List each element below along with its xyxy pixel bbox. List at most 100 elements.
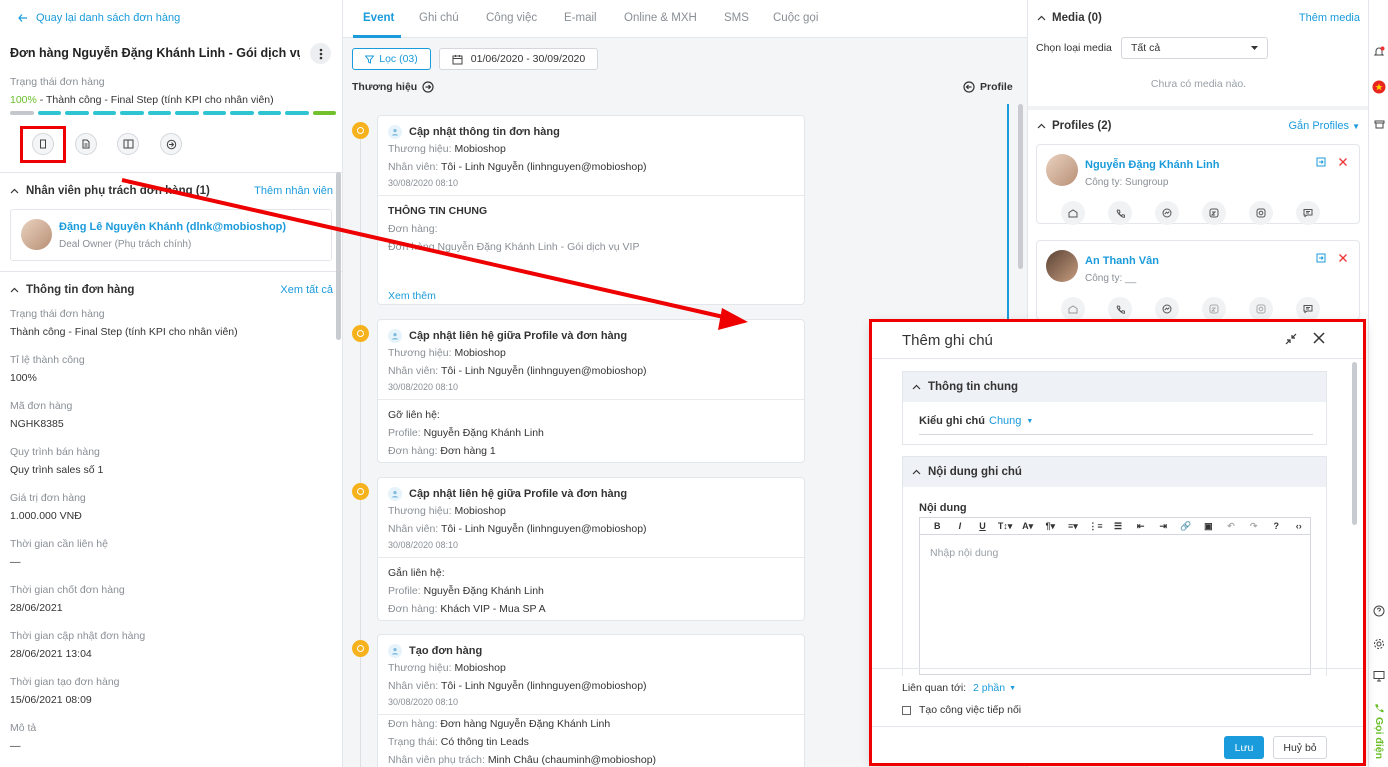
email-icon[interactable] xyxy=(1061,201,1085,225)
info-section-header[interactable]: Thông tin đơn hàng Xem tất cả xyxy=(0,271,342,307)
date-range-picker[interactable]: 01/06/2020 - 30/09/2020 xyxy=(439,48,598,70)
deal-info-list: Trạng thái đơn hàng Thành công - Final St… xyxy=(10,308,330,767)
tab-event[interactable]: Event xyxy=(363,12,394,24)
timeline-event-card[interactable]: Cập nhật thông tin đơn hàng Thương hiệu:… xyxy=(377,115,805,305)
timeline-scrollbar[interactable] xyxy=(1018,104,1023,269)
sms-icon[interactable] xyxy=(1296,201,1320,225)
convert-action[interactable] xyxy=(160,133,182,155)
owner-card[interactable]: Đặng Lê Nguyên Khánh (dlnk@mobioshop) De… xyxy=(10,209,332,261)
view-all-link[interactable]: Xem tất cả xyxy=(280,284,333,296)
timeline-event-card[interactable]: Cập nhật liên hệ giữa Profile và đơn hàn… xyxy=(377,477,805,621)
link-button[interactable]: 🔗 xyxy=(1175,521,1198,532)
general-info-header[interactable]: Thông tin chung xyxy=(903,372,1326,402)
checkbox[interactable] xyxy=(902,705,911,715)
paragraph-button[interactable]: ¶▾ xyxy=(1039,521,1062,532)
zalo-icon[interactable] xyxy=(1202,201,1226,225)
profile-column-header[interactable]: Profile xyxy=(963,81,1013,93)
font-size-button[interactable]: T↕▾ xyxy=(994,521,1017,532)
italic-button[interactable]: I xyxy=(949,521,972,531)
settings-gear-icon[interactable] xyxy=(1372,637,1386,651)
note-content-editor[interactable]: Nhập nội dung xyxy=(919,535,1311,675)
profile-card[interactable]: An Thanh Vân Công ty: __ xyxy=(1036,240,1360,321)
modal-scrollbar[interactable] xyxy=(1352,362,1357,525)
tab-tasks[interactable]: Công việc xyxy=(486,12,537,24)
code-view-button[interactable]: ‹› xyxy=(1288,521,1311,531)
help-icon[interactable] xyxy=(1372,604,1386,618)
note-type-underline xyxy=(919,434,1313,435)
profiles-section-header[interactable]: Profiles (2) Gắn Profiles ▼ xyxy=(1028,108,1368,144)
attach-profiles-dropdown[interactable]: Gắn Profiles ▼ xyxy=(1288,120,1360,132)
note-content-header[interactable]: Nội dung ghi chú xyxy=(903,457,1326,487)
open-profile-icon[interactable] xyxy=(1316,157,1326,167)
profile-name[interactable]: Nguyễn Đặng Khánh Linh xyxy=(1085,159,1219,171)
owner-name[interactable]: Đặng Lê Nguyên Khánh (dlnk@mobioshop) xyxy=(59,221,286,233)
view-more-link[interactable]: Xem thêm xyxy=(388,287,794,305)
more-options-button[interactable] xyxy=(310,43,331,64)
editor-placeholder: Nhập nội dung xyxy=(930,547,999,559)
save-button[interactable]: Lưu xyxy=(1224,736,1264,759)
notification-bell-icon[interactable] xyxy=(1372,45,1386,59)
unordered-list-button[interactable]: ☰ xyxy=(1107,521,1130,532)
add-task-action[interactable] xyxy=(117,133,139,155)
timeline-event-card[interactable]: Cập nhật liên hệ giữa Profile và đơn hàn… xyxy=(377,319,805,463)
zalo-icon[interactable] xyxy=(1202,297,1226,321)
help-button[interactable]: ? xyxy=(1265,521,1288,531)
open-profile-icon[interactable] xyxy=(1316,253,1326,263)
instagram-icon[interactable] xyxy=(1249,297,1273,321)
brand-column-header[interactable]: Thương hiệu xyxy=(352,81,434,93)
info-item: Quy trình bán hàng Quy trình sales số 1 xyxy=(10,446,104,476)
timeline-event-card[interactable]: Tạo đơn hàng Thương hiệu: Mobioshop Nhân… xyxy=(377,634,805,767)
phone-call-icon[interactable] xyxy=(1372,701,1386,715)
media-type-select[interactable]: Tất cả xyxy=(1121,37,1268,59)
outdent-button[interactable]: ⇤ xyxy=(1129,521,1152,532)
follow-up-task-checkbox[interactable]: Tạo công việc tiếp nối xyxy=(902,704,1021,716)
redo-button[interactable]: ↷ xyxy=(1242,521,1265,532)
tab-sms[interactable]: SMS xyxy=(724,12,749,24)
remove-profile-icon[interactable] xyxy=(1338,253,1348,263)
bold-button[interactable]: B xyxy=(926,521,949,531)
email-icon[interactable] xyxy=(1061,297,1085,321)
monitor-icon[interactable] xyxy=(1372,669,1386,683)
tab-email[interactable]: E-mail xyxy=(564,12,597,24)
related-select[interactable]: 2 phần ▼ xyxy=(973,682,1016,694)
font-color-button[interactable]: A▾ xyxy=(1016,521,1039,532)
add-staff-link[interactable]: Thêm nhân viên xyxy=(254,185,333,197)
add-document-action[interactable] xyxy=(75,133,97,155)
close-icon[interactable] xyxy=(1312,331,1328,347)
timeline-dot-icon xyxy=(352,325,369,342)
phone-icon[interactable] xyxy=(1108,201,1132,225)
underline-button[interactable]: U xyxy=(971,521,994,531)
remove-profile-icon[interactable] xyxy=(1338,157,1348,167)
minimize-icon[interactable] xyxy=(1284,332,1300,348)
instagram-icon[interactable] xyxy=(1249,201,1273,225)
back-to-list-link[interactable]: Quay lại danh sách đơn hàng xyxy=(18,12,180,24)
ordered-list-button[interactable]: ⋮≡ xyxy=(1084,521,1107,532)
tab-calls[interactable]: Cuộc gọi xyxy=(773,12,818,24)
profile-name[interactable]: An Thanh Vân xyxy=(1085,255,1159,267)
chevron-up-icon xyxy=(10,188,19,193)
owner-section-header[interactable]: Nhân viên phụ trách đơn hàng (1) Thêm nh… xyxy=(0,172,342,208)
tab-notes[interactable]: Ghi chú xyxy=(419,12,459,24)
store-icon[interactable] xyxy=(1372,116,1386,130)
add-media-link[interactable]: Thêm media xyxy=(1299,12,1360,24)
note-type-select[interactable]: Chung ▼ xyxy=(989,415,1033,427)
sms-icon[interactable] xyxy=(1296,297,1320,321)
messenger-icon[interactable] xyxy=(1155,201,1179,225)
info-item: Giá trị đơn hàng 1.000.000 VNĐ xyxy=(10,492,86,522)
align-button[interactable]: ≡▾ xyxy=(1062,521,1085,532)
profile-card[interactable]: Nguyễn Đặng Khánh Linh Công ty: Sungroup xyxy=(1036,144,1360,225)
undo-button[interactable]: ↶ xyxy=(1220,521,1243,532)
tab-online-social[interactable]: Online & MXH xyxy=(624,12,697,24)
left-scrollbar[interactable] xyxy=(336,172,341,340)
phone-icon[interactable] xyxy=(1108,297,1132,321)
image-button[interactable]: ▣ xyxy=(1197,521,1220,532)
media-type-label: Chọn loại media xyxy=(1036,42,1112,54)
deal-title: Đơn hàng Nguyễn Đặng Khánh Linh - Gói dị… xyxy=(10,46,300,60)
filter-button[interactable]: Lọc (03) xyxy=(352,48,431,70)
vietnam-flag-icon[interactable] xyxy=(1372,80,1386,94)
call-button[interactable]: Gọi điện xyxy=(1373,717,1385,759)
media-section-header[interactable]: Media (0) Thêm media xyxy=(1028,0,1368,36)
cancel-button[interactable]: Huỷ bỏ xyxy=(1273,736,1327,759)
messenger-icon[interactable] xyxy=(1155,297,1179,321)
indent-button[interactable]: ⇥ xyxy=(1152,521,1175,532)
